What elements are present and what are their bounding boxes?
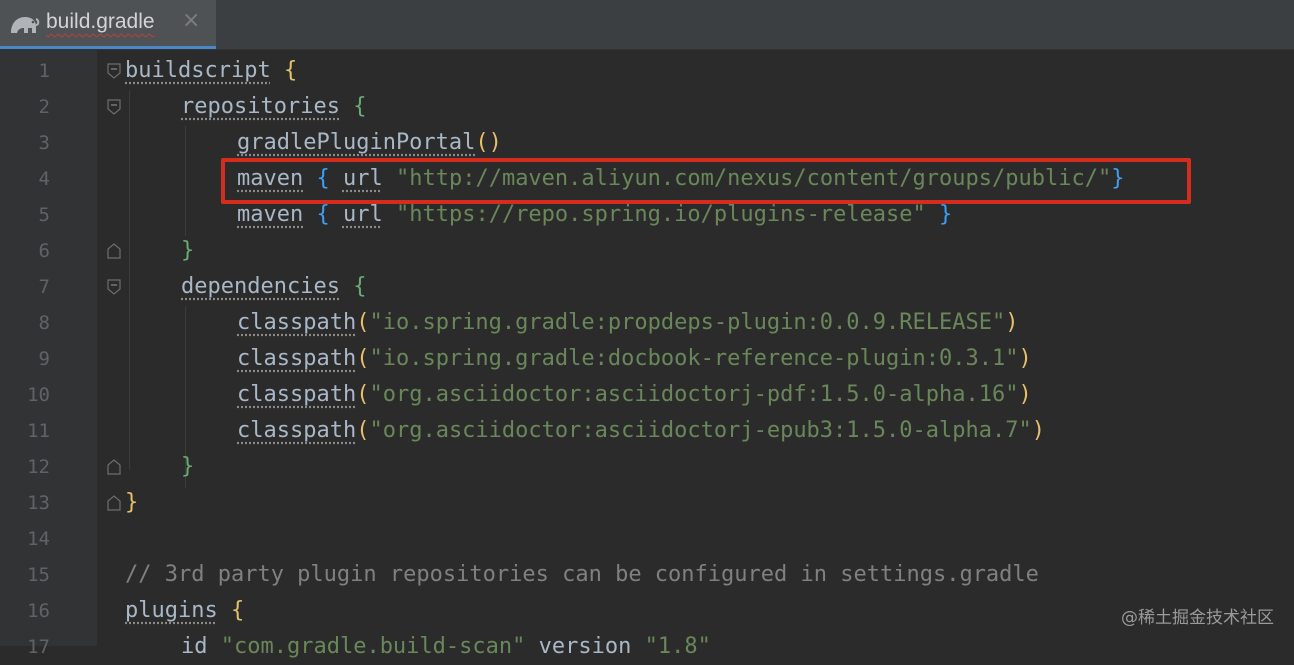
fold-end-icon[interactable]: [106, 459, 122, 475]
code-line: 8 classpath("io.spring.gradle:propdeps-p…: [0, 305, 1294, 341]
line-number: 11: [0, 420, 50, 442]
code-editor[interactable]: 1 buildscript { 2 repositories { 3 gradl…: [0, 50, 1294, 646]
close-icon[interactable]: ×: [182, 8, 200, 33]
code-line: 2 repositories {: [0, 89, 1294, 125]
code-text: repositories {: [181, 93, 366, 121]
code-line: 7 dependencies {: [0, 269, 1294, 305]
editor-tab-bar: build.gradle ×: [0, 0, 1294, 50]
code-comment: // 3rd party plugin repositories can be …: [125, 561, 1039, 589]
line-number: 5: [0, 204, 50, 226]
code-text: gradlePluginPortal(): [237, 129, 502, 157]
code-text: classpath("io.spring.gradle:propdeps-plu…: [237, 309, 1018, 337]
line-number: 15: [0, 564, 50, 586]
fold-end-icon[interactable]: [106, 243, 122, 259]
code-text: maven { url "https://repo.spring.io/plug…: [237, 201, 952, 229]
code-text: plugins {: [125, 597, 244, 625]
code-line: 10 classpath("org.asciidoctor:asciidocto…: [0, 377, 1294, 413]
watermark: @稀土掘金技术社区: [1121, 603, 1274, 628]
line-number: 8: [0, 312, 50, 334]
highlight-annotation-box: [221, 158, 1191, 204]
code-line: 1 buildscript {: [0, 53, 1294, 89]
line-number: 10: [0, 384, 50, 406]
code-text: buildscript {: [125, 57, 297, 85]
line-number: 1: [0, 60, 50, 82]
line-number: 4: [0, 168, 50, 190]
line-number: 14: [0, 528, 50, 550]
code-line: 17 id "com.gradle.build-scan" version "1…: [0, 629, 1294, 665]
line-number: 3: [0, 132, 50, 154]
code-text: classpath("org.asciidoctor:asciidoctorj-…: [237, 417, 1045, 445]
gradle-elephant-icon: [8, 11, 40, 37]
fold-icon[interactable]: [106, 279, 122, 295]
line-number: 6: [0, 240, 50, 262]
code-line: 13 }: [0, 485, 1294, 521]
code-text: }: [125, 489, 138, 517]
tab-build-gradle[interactable]: build.gradle ×: [0, 0, 216, 49]
line-number: 7: [0, 276, 50, 298]
code-text: }: [181, 453, 194, 481]
fold-icon[interactable]: [106, 99, 122, 115]
line-number: 9: [0, 348, 50, 370]
fold-end-icon[interactable]: [106, 495, 122, 511]
code-line: 9 classpath("io.spring.gradle:docbook-re…: [0, 341, 1294, 377]
code-line: 15 // 3rd party plugin repositories can …: [0, 557, 1294, 593]
fold-icon[interactable]: [106, 63, 122, 79]
line-number: 13: [0, 492, 50, 514]
code-text: classpath("io.spring.gradle:docbook-refe…: [237, 345, 1032, 373]
line-number: 16: [0, 600, 50, 622]
code-line: 6 }: [0, 233, 1294, 269]
code-text: classpath("org.asciidoctor:asciidoctorj-…: [237, 381, 1032, 409]
code-text: dependencies {: [181, 273, 366, 301]
code-line: 3 gradlePluginPortal(): [0, 125, 1294, 161]
code-line: 16 plugins {: [0, 593, 1294, 629]
line-number: 2: [0, 96, 50, 118]
line-number: 17: [0, 636, 50, 658]
code-text: }: [181, 237, 194, 265]
code-line: 11 classpath("org.asciidoctor:asciidocto…: [0, 413, 1294, 449]
code-line: 12 }: [0, 449, 1294, 485]
tab-filename: build.gradle: [46, 10, 155, 34]
line-number: 12: [0, 456, 50, 478]
code-text: id "com.gradle.build-scan" version "1.8": [181, 633, 711, 661]
code-line: 14: [0, 521, 1294, 557]
